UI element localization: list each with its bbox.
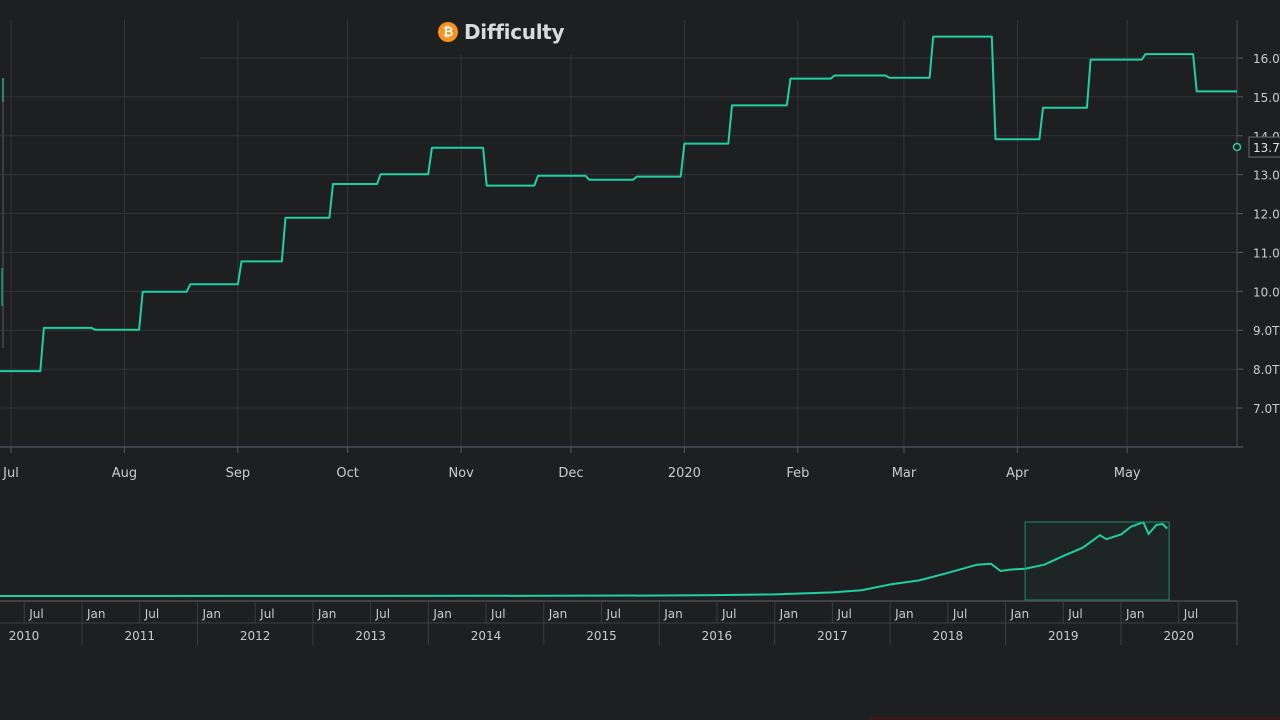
y-axis: 7.0T8.0T9.0T10.0T11.0T12.0T13.0T14.0T15.… [1236, 20, 1280, 447]
navigator-axis: Jul Jan Jul Jan Jul Jan Jul Jan Jul Jan Jul Jan Jul J… [0, 600, 1238, 645]
navigator-chart[interactable]: Jul Jan Jul Jan Jul Jan Jul Jan Jul Jan Jul Jan Jul J… [0, 500, 1280, 650]
navigator-minor-label: Jul [952, 607, 967, 621]
x-tick-label: Dec [558, 466, 583, 481]
x-tick-label: Oct [336, 466, 358, 481]
navigator-minor-label: Jul [28, 607, 43, 621]
navigator-minor-label: Jan [317, 607, 337, 621]
navigator-major-label: 2017 [817, 629, 848, 643]
y-tick-label: 8.0T [1253, 363, 1280, 377]
x-tick-label: Aug [112, 466, 137, 481]
navigator-major-label: 2016 [702, 629, 733, 643]
x-tick-label: 2020 [668, 466, 701, 481]
x-tick-label: Nov [448, 466, 474, 481]
x-tick-label: Feb [786, 466, 809, 481]
y-tick-label: 10.0T [1253, 285, 1280, 299]
difficulty-line [0, 35, 1237, 373]
navigator-minor-label: Jul [1183, 607, 1198, 621]
y-tick-label: 11.0T [1253, 246, 1280, 260]
current-value-marker: 13.7T [1232, 136, 1280, 158]
x-tick-label: May [1114, 466, 1141, 481]
navigator-minor-label: Jan [86, 607, 106, 621]
x-tick-label: Apr [1006, 466, 1029, 481]
navigator-line [0, 520, 1168, 597]
navigator-minor-label: Jul [1067, 607, 1082, 621]
navigator-major-label: 2018 [933, 629, 964, 643]
navigator-major-label: 2019 [1048, 629, 1079, 643]
navigator-major-label: 2011 [124, 629, 155, 643]
x-tick-label: Jul [2, 466, 19, 481]
navigator-minor-label: Jan [894, 607, 914, 621]
current-value-label: 13.7T [1253, 141, 1280, 155]
navigator-minor-label: Jan [779, 607, 799, 621]
grid [0, 20, 1237, 447]
navigator-major-label: 2014 [471, 629, 502, 643]
navigator-minor-label: Jul [836, 607, 851, 621]
y-tick-label: 15.0T [1253, 91, 1280, 105]
navigator-minor-label: Jan [201, 607, 221, 621]
navigator-minor-label: Jul [721, 607, 736, 621]
navigator-minor-label: Jul [606, 607, 621, 621]
navigator-major-label: 2013 [355, 629, 386, 643]
y-tick-label: 7.0T [1253, 402, 1280, 416]
series [0, 35, 1237, 373]
navigator-minor-label: Jul [144, 607, 159, 621]
navigator-major-label: 2015 [586, 629, 617, 643]
navigator-minor-label: Jan [663, 607, 683, 621]
x-tick-label: Mar [892, 466, 917, 481]
y-tick-label: 13.0T [1253, 169, 1280, 183]
navigator-selection-window[interactable] [1024, 521, 1170, 601]
navigator-major-label: 2020 [1163, 629, 1194, 643]
navigator-minor-label: Jul [490, 607, 505, 621]
y-tick-label: 9.0T [1253, 324, 1280, 338]
y-tick-label: 12.0T [1253, 208, 1280, 222]
x-tick-label: Sep [226, 466, 251, 481]
x-axis: Jul Aug Sep Oct Nov Dec 2020 Feb Mar Apr May [0, 446, 1243, 481]
y-tick-label: 16.0T [1253, 52, 1280, 66]
navigator-series [0, 520, 1168, 597]
navigator-minor-label: Jan [1125, 607, 1145, 621]
navigator-major-label: 2012 [240, 629, 271, 643]
main-chart[interactable]: Jul Aug Sep Oct Nov Dec 2020 Feb Mar Apr May 7.0T 8… [0, 0, 1280, 500]
navigator-minor-label: Jan [548, 607, 568, 621]
navigator-selection[interactable] [1024, 521, 1170, 601]
navigator-minor-label: Jan [432, 607, 452, 621]
current-value-dot [1232, 142, 1242, 152]
navigator-minor-label: Jul [375, 607, 390, 621]
scrollbar-remnant [2, 78, 4, 348]
navigator-major-label: 2010 [9, 629, 40, 643]
navigator-minor-label: Jul [259, 607, 274, 621]
navigator-minor-label: Jan [1010, 607, 1030, 621]
